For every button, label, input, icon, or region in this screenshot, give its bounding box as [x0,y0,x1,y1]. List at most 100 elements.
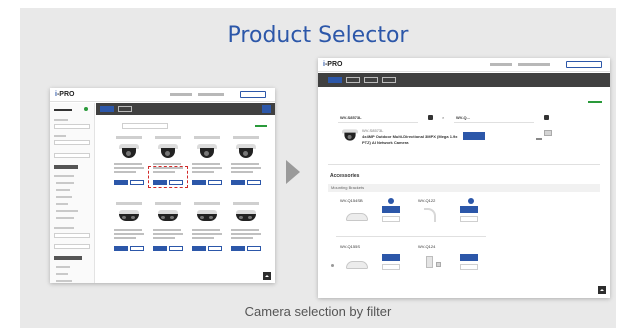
brand-logo: i-PRO [323,61,343,68]
remove-icon[interactable] [428,115,433,120]
filter-checkbox[interactable] [54,153,90,158]
filter-label [54,119,68,121]
filter-group-header[interactable] [54,165,78,169]
header-button[interactable] [240,91,266,98]
select-button[interactable] [231,180,245,185]
product-card[interactable] [190,202,225,260]
product-card[interactable] [229,202,264,260]
details-button[interactable] [130,180,144,185]
filter-screenshot: i-PRO [50,88,275,283]
filter-option[interactable] [56,273,68,275]
tab-sub[interactable] [346,77,360,83]
accessory-model: WV-Q122 [418,198,436,203]
filter-option[interactable] [56,203,68,205]
details-button[interactable] [460,264,478,270]
details-button[interactable] [247,180,261,185]
accessory-model: WV-Q154SB [340,198,363,203]
slide-panel: Product Selector i-PRO i-PRO WV-S8573L ×… [20,8,616,328]
filter-select[interactable] [54,233,90,238]
filter-group-header[interactable] [54,256,82,260]
multi-sensor-camera-icon [119,210,139,224]
scroll-top-button[interactable] [598,286,606,294]
highlight-box [148,166,188,188]
multi-sensor-camera-icon [158,210,178,224]
filter-select[interactable] [54,124,90,129]
filter-label [54,227,74,229]
menu-button[interactable] [262,105,271,113]
tab-main[interactable] [100,106,114,112]
filter-option[interactable] [56,217,74,219]
details-button[interactable] [130,246,144,251]
dome-camera-icon [119,144,139,158]
accessories-heading: Accessories [330,173,360,179]
remove-icon[interactable] [544,115,549,120]
filter-option[interactable] [56,266,70,268]
details-button[interactable] [382,264,400,270]
header-link[interactable] [490,63,512,66]
divider [454,122,534,123]
filter-option[interactable] [56,210,78,212]
header-button[interactable] [566,61,602,68]
select-button[interactable] [463,132,485,140]
add-button[interactable] [460,254,478,261]
divider [338,122,418,123]
accessory-model: WV-Q124 [418,244,436,249]
selected-check-icon [468,198,474,204]
filter-select[interactable] [54,140,90,145]
product-card[interactable] [112,136,147,194]
scroll-top-button[interactable] [263,272,271,280]
slide-title: Product Selector [227,23,409,48]
header-link[interactable] [170,93,192,96]
product-card[interactable] [190,136,225,194]
select-button[interactable] [231,246,245,251]
select-button[interactable] [192,246,206,251]
divider [336,236,486,237]
details-button[interactable] [208,180,222,185]
multi-sensor-camera-icon [236,210,256,224]
app-header: i-PRO [318,58,610,72]
header-link[interactable] [198,93,224,96]
add-button[interactable] [382,254,400,261]
tab-option[interactable] [382,77,396,83]
select-button[interactable] [153,246,167,251]
filter-option[interactable] [56,189,70,191]
add-button[interactable] [382,206,400,213]
multi-sensor-camera-icon [197,210,217,224]
details-button[interactable] [208,246,222,251]
filter-option[interactable] [54,175,74,177]
filter-select[interactable] [54,244,90,249]
tab-bar [96,103,275,115]
tab-sub[interactable] [118,106,132,112]
dome-camera-icon [342,129,358,141]
print-link[interactable] [588,101,602,103]
product-card[interactable] [229,136,264,194]
search-input[interactable] [122,123,168,129]
select-button[interactable] [114,246,128,251]
bracket-camera-icon [544,130,552,136]
tab-misc[interactable] [364,77,378,83]
select-button[interactable] [114,180,128,185]
secondary-model: WV-Q... [456,115,470,120]
filter-option[interactable] [56,280,72,282]
accessory-model: WV-Q155S [340,244,361,249]
radio-icon[interactable] [331,264,334,267]
add-button[interactable] [460,206,478,213]
filter-option[interactable] [56,196,72,198]
product-label: WV-S8573L [362,128,384,133]
details-button[interactable] [460,216,478,222]
header-link[interactable] [518,63,550,66]
select-button[interactable] [192,180,206,185]
product-card[interactable] [151,202,186,260]
tab-main[interactable] [328,77,342,83]
result-count [255,125,267,127]
details-button[interactable] [169,246,183,251]
wall-box-icon [426,256,433,268]
swap-icon[interactable]: × [442,115,444,120]
details-button[interactable] [382,216,400,222]
product-card[interactable] [112,202,147,260]
app-header: i-PRO [50,88,275,102]
accessory-subheader: Mounting Brackets [328,184,600,192]
filter-option[interactable] [56,182,74,184]
details-button[interactable] [247,246,261,251]
ceiling-mount-icon [346,213,368,221]
